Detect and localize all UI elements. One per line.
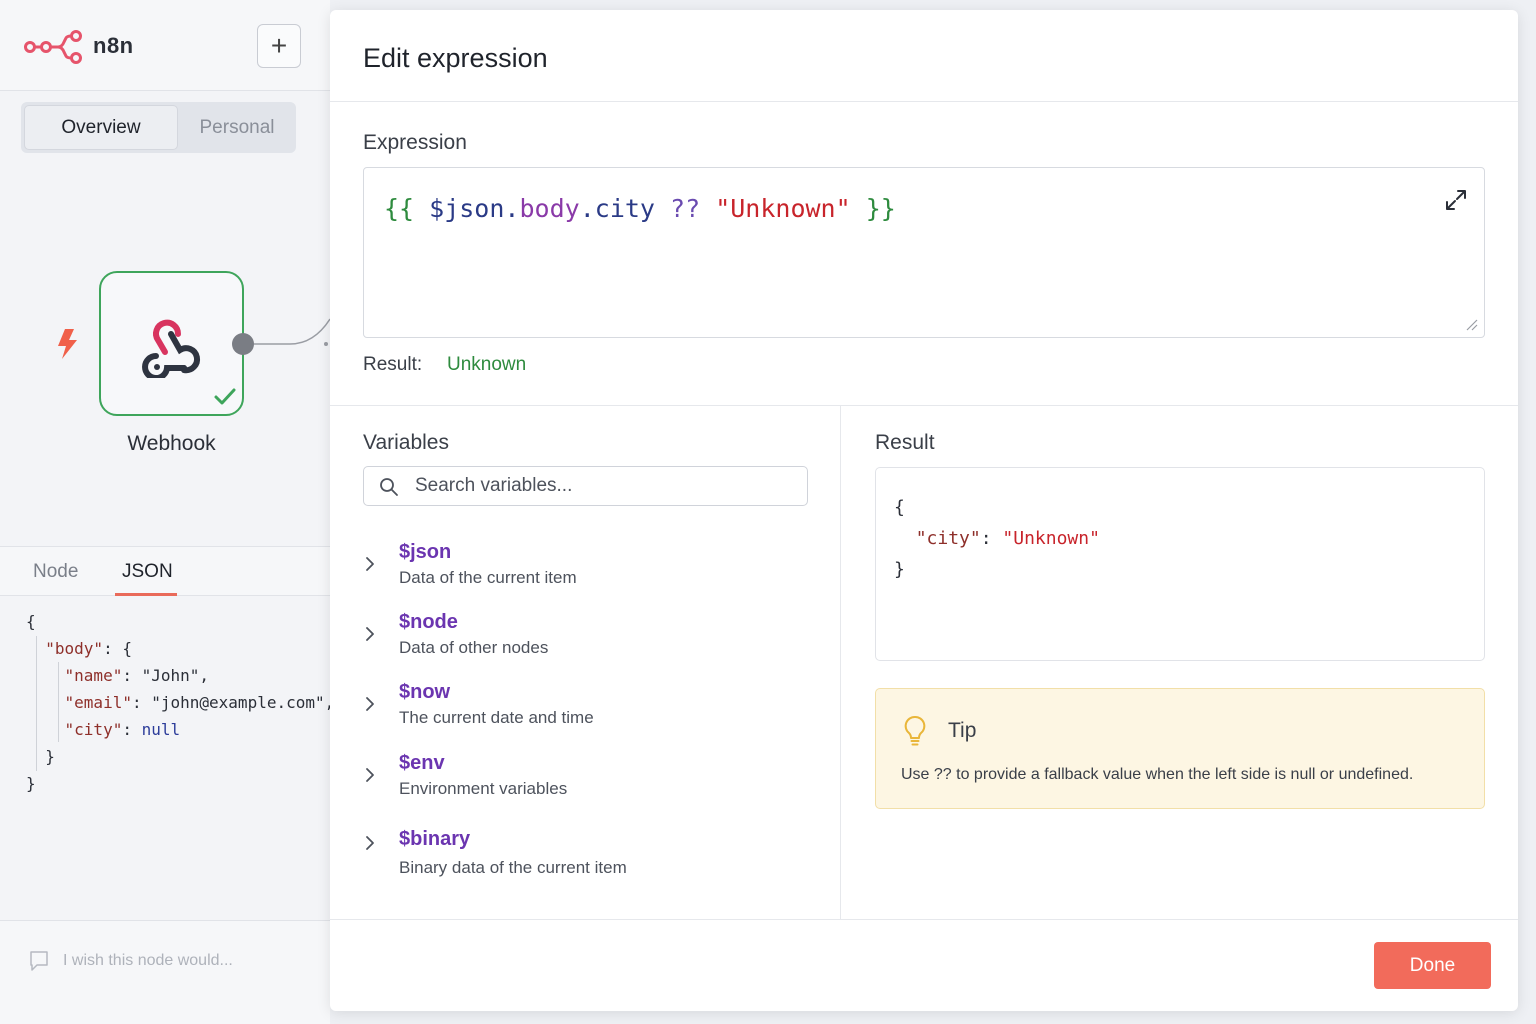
json-key: "city" <box>915 528 981 549</box>
json-key: "email" <box>64 693 132 712</box>
expression-token: {{ <box>384 194 430 223</box>
json-line: } <box>894 559 905 580</box>
tab-personal[interactable]: Personal <box>181 105 293 150</box>
expression-label: Expression <box>363 131 467 154</box>
json-line: { <box>894 497 905 518</box>
json-viewer: { "body": { "name": "John", "email": "jo… <box>26 608 330 797</box>
add-button[interactable]: + <box>257 24 301 68</box>
divider <box>330 101 1518 102</box>
workflow-canvas: n8n + Overview Personal Webhook Node JSO… <box>0 0 330 1024</box>
json-line: } <box>45 747 55 766</box>
divider <box>330 405 1518 406</box>
expand-icon[interactable] <box>1444 188 1468 212</box>
variable-item-node[interactable]: $node Data of other nodes <box>363 611 823 667</box>
chevron-right-icon <box>366 697 374 711</box>
divider <box>330 919 1518 920</box>
view-switcher: Overview Personal <box>21 102 296 153</box>
json-line: "city": "Unknown" <box>915 528 1100 549</box>
expression-token: . <box>579 194 595 223</box>
feedback-icon <box>30 951 48 971</box>
tab-node[interactable]: Node <box>33 561 78 583</box>
top-bar: n8n + <box>0 0 330 91</box>
expression-token: . <box>504 194 520 223</box>
variable-description: Binary data of the current item <box>399 858 627 877</box>
n8n-logo-icon <box>24 30 82 64</box>
variable-description: Environment variables <box>399 779 568 798</box>
variable-name: $now <box>399 681 451 703</box>
json-key: "name" <box>64 666 123 685</box>
variable-name: $binary <box>399 828 471 850</box>
feedback-bar[interactable] <box>0 920 330 1024</box>
resize-icon[interactable] <box>1464 317 1478 331</box>
result-json: { "city": "Unknown" } <box>894 492 1100 585</box>
variable-item-json[interactable]: $json Data of the current item <box>363 541 823 597</box>
tip-text: Use ?? to provide a fallback value when … <box>901 766 1414 783</box>
app-name: n8n <box>93 33 134 58</box>
variables-search[interactable] <box>363 466 808 506</box>
variable-description: The current date and time <box>399 708 594 727</box>
json-line: "body": { <box>45 639 132 658</box>
plus-icon: + <box>270 30 288 61</box>
result-preview: { "city": "Unknown" } <box>875 467 1485 661</box>
json-line: "email": "john@example.com", <box>26 689 330 716</box>
json-value: "Unknown" <box>1002 528 1100 549</box>
json-line: "city": null <box>64 720 181 739</box>
json-line: } <box>26 774 36 793</box>
result-panel-label: Result <box>875 431 935 454</box>
expression-token: }} <box>850 194 896 223</box>
chevron-right-icon <box>366 627 374 641</box>
modal-title: Edit expression <box>363 43 548 73</box>
search-input[interactable] <box>415 467 795 505</box>
expression-token: ?? <box>654 194 716 223</box>
tip-callout: Tip Use ?? to provide a fallback value w… <box>875 688 1485 809</box>
feedback-placeholder[interactable]: I wish this node would... <box>63 952 233 970</box>
lightning-icon <box>58 329 77 359</box>
done-button[interactable]: Done <box>1374 942 1491 989</box>
expression-token: city <box>594 194 655 223</box>
json-key: "body" <box>45 639 104 658</box>
lightbulb-icon <box>904 715 926 746</box>
panel-divider <box>840 406 841 919</box>
json-value: null <box>141 720 181 739</box>
tab-json[interactable]: JSON <box>122 561 173 583</box>
search-icon <box>380 478 398 496</box>
chevron-right-icon <box>366 768 374 782</box>
expression-code[interactable]: {{ $json.body.city ?? "Unknown" }} <box>384 194 896 223</box>
tab-overview[interactable]: Overview <box>24 105 178 150</box>
chevron-right-icon <box>366 836 374 850</box>
output-handle[interactable] <box>232 333 254 355</box>
edit-expression-modal: Edit expression Expression {{ $json.body… <box>330 10 1518 1011</box>
result-value: Unknown <box>447 354 527 375</box>
json-value: "John", <box>141 666 210 685</box>
active-tab-indicator <box>115 593 177 596</box>
connection-line <box>254 318 330 346</box>
json-line: "name": "John", <box>64 666 210 685</box>
variable-description: Data of the current item <box>399 568 577 587</box>
expression-token: $json <box>429 194 505 223</box>
variable-name: $env <box>399 752 445 774</box>
variable-name: $node <box>399 611 458 633</box>
webhook-icon <box>142 319 201 378</box>
variables-label: Variables <box>363 431 449 454</box>
variable-item-env[interactable]: $env Environment variables <box>363 752 823 808</box>
json-value: "john@example.com", <box>151 693 330 712</box>
expression-token: body <box>519 194 580 223</box>
json-line: { <box>26 612 36 631</box>
tip-title: Tip <box>948 719 977 742</box>
result-label: Result: <box>363 354 423 375</box>
variable-name: $json <box>399 541 452 563</box>
variable-description: Data of other nodes <box>399 638 549 657</box>
variable-item-now[interactable]: $now The current date and time <box>363 681 823 737</box>
node-label: Webhook <box>127 432 216 455</box>
expression-token: "Unknown" <box>715 194 851 223</box>
data-tabs: Node JSON <box>0 546 330 596</box>
variable-item-binary[interactable]: $binary Binary data of the current item <box>363 828 823 890</box>
check-icon <box>214 388 236 405</box>
expression-editor[interactable]: {{ $json.body.city ?? "Unknown" }} <box>363 167 1485 338</box>
chevron-right-icon <box>366 557 374 571</box>
json-key: "city" <box>64 720 123 739</box>
